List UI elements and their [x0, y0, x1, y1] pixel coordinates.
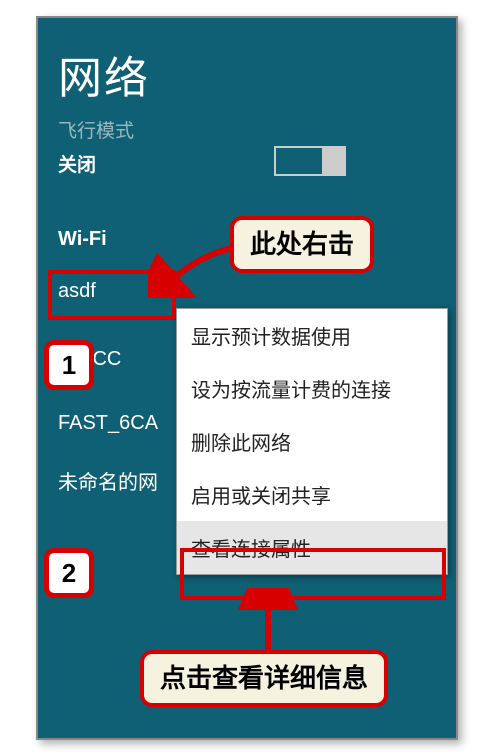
menu-item-view-properties[interactable]: 查看连接属性	[177, 521, 447, 574]
network-context-menu: 显示预计数据使用 设为按流量计费的连接 删除此网络 启用或关闭共享 查看连接属性	[176, 308, 448, 575]
menu-item-forget-network[interactable]: 删除此网络	[177, 415, 447, 468]
menu-item-set-metered[interactable]: 设为按流量计费的连接	[177, 362, 447, 415]
page-title: 网络	[58, 42, 150, 106]
step-badge-2: 2	[44, 548, 94, 598]
toggle-knob	[322, 148, 344, 174]
arrow-to-menu-item	[238, 588, 298, 658]
step-badge-1: 1	[44, 340, 94, 390]
network-panel: 网络 飞行模式 关闭 Wi-Fi asdf T_1CC FAST_6CA 未命名…	[36, 16, 458, 740]
wifi-network-item[interactable]: FAST_6CA	[58, 412, 158, 435]
menu-item-toggle-sharing[interactable]: 启用或关闭共享	[177, 468, 447, 521]
wifi-network-item[interactable]: 未命名的网	[58, 466, 158, 495]
airplane-mode-status: 关闭	[58, 150, 96, 177]
airplane-mode-toggle[interactable]	[274, 146, 346, 176]
callout-view-details: 点击查看详细信息	[140, 650, 388, 707]
callout-right-click: 此处右击	[230, 216, 374, 273]
wifi-network-item[interactable]: asdf	[58, 280, 96, 303]
airplane-mode-label: 飞行模式	[58, 116, 134, 143]
menu-item-show-data-usage[interactable]: 显示预计数据使用	[177, 309, 447, 362]
wifi-section-label: Wi-Fi	[58, 228, 107, 251]
